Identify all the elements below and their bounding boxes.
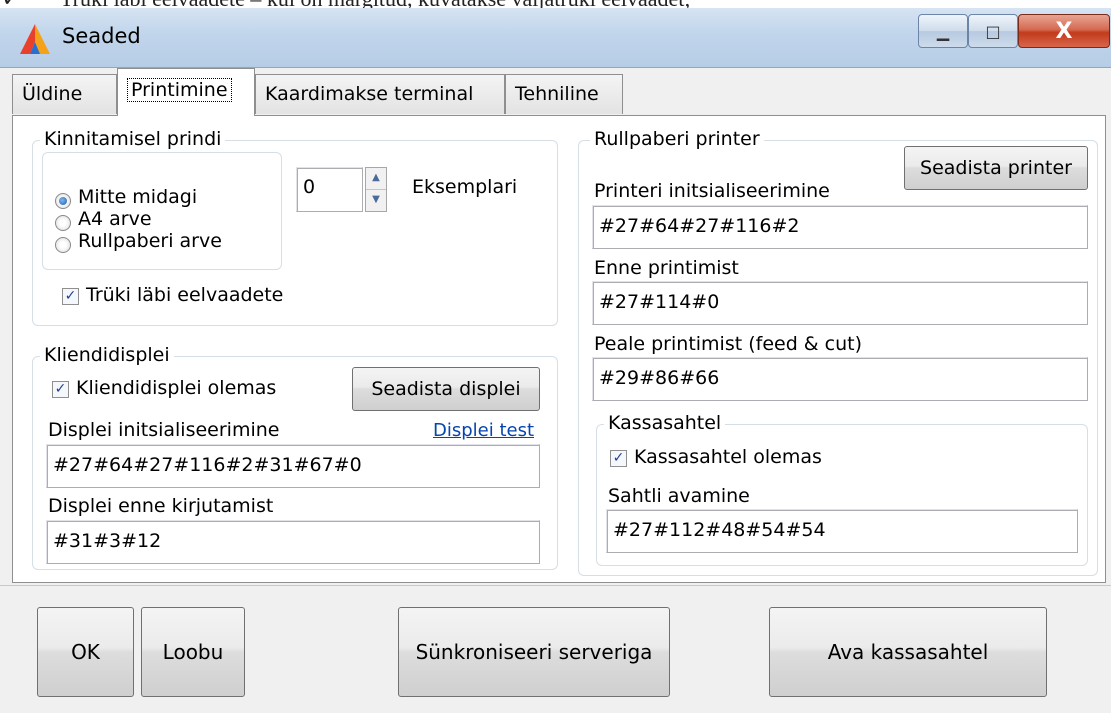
drawer-exists-checkbox[interactable]: ✓ (610, 450, 627, 467)
cash-drawer-title: Kassasahtel (604, 412, 726, 434)
radio-label: A4 arve (78, 208, 152, 230)
setup-display-button[interactable]: Seadista displei (352, 367, 540, 411)
cancel-button[interactable]: Loobu (141, 607, 245, 697)
drawer-exists-label: Kassasahtel olemas (634, 446, 822, 468)
display-before-write-label: Displei enne kirjutamist (48, 495, 274, 517)
setup-printer-button[interactable]: Seadista printer (904, 146, 1088, 190)
close-button[interactable]: X (1018, 14, 1110, 48)
minimize-button[interactable]: ▁ (918, 14, 968, 48)
tab-label: Kaardimakse terminal (265, 83, 474, 105)
preview-label: Trüki läbi eelvaadete (86, 284, 284, 306)
ok-button[interactable]: OK (37, 607, 134, 697)
tab-label: Üldine (22, 83, 83, 105)
customer-display-title: Kliendidisplei (40, 344, 174, 366)
display-init-label: Displei initsialiseerimine (48, 419, 280, 441)
display-test-link[interactable]: Displei test (433, 420, 534, 441)
display-init-field[interactable]: #27#64#27#116#2#31#67#0 (46, 444, 540, 488)
maximize-icon: □ (985, 21, 1001, 41)
close-icon: X (1055, 18, 1073, 44)
sync-server-button[interactable]: Sünkroniseeri serveriga (398, 607, 670, 697)
radio-mitte-midagi[interactable] (55, 193, 71, 209)
printer-init-field[interactable]: #27#64#27#116#2 (592, 205, 1088, 249)
tab-kaardimakse-terminal[interactable]: Kaardimakse terminal (255, 74, 505, 114)
before-print-label: Enne printimist (594, 257, 739, 279)
radio-label: Mitte midagi (78, 186, 198, 208)
app-logo-icon (20, 24, 50, 54)
drawer-open-label: Sahtli avamine (608, 485, 750, 507)
after-print-field[interactable]: #29#86#66 (592, 357, 1088, 401)
tab-label: Printimine (127, 78, 232, 102)
copies-label: Eksemplari (412, 176, 518, 198)
copies-stepper-input[interactable]: 0 (296, 167, 363, 212)
maximize-button[interactable]: □ (968, 14, 1018, 48)
window-title: Seaded (62, 24, 141, 48)
drawer-open-field[interactable]: #27#112#48#54#54 (606, 509, 1078, 553)
printer-init-label: Printeri initsialiseerimine (594, 180, 830, 202)
roll-printer-title: Rullpaberi printer (590, 128, 764, 150)
tab-tehniline[interactable]: Tehniline (505, 74, 623, 114)
tab-uldine[interactable]: Üldine (12, 74, 117, 114)
display-exists-checkbox[interactable]: ✓ (52, 381, 69, 398)
chevron-up-icon[interactable]: ▲ (366, 168, 386, 190)
tab-printimine[interactable]: Printimine (117, 68, 255, 116)
footer-divider (0, 585, 1111, 586)
radio-a4-arve[interactable] (55, 215, 71, 231)
tab-label: Tehniline (515, 83, 599, 105)
before-print-field[interactable]: #27#114#0 (592, 281, 1088, 325)
minimize-icon: ▁ (936, 21, 950, 41)
preview-checkbox[interactable]: ✓ (62, 288, 79, 305)
after-print-label: Peale printimist (feed & cut) (594, 333, 863, 355)
radio-rullpaberi-arve[interactable] (55, 237, 71, 253)
open-drawer-button[interactable]: Ava kassasahtel (769, 607, 1047, 697)
display-exists-label: Kliendidisplei olemas (76, 377, 277, 399)
copies-stepper[interactable]: ▲ ▼ (365, 167, 387, 212)
print-on-confirm-title: Kinnitamisel prindi (40, 128, 226, 150)
chevron-down-icon[interactable]: ▼ (366, 190, 386, 212)
display-before-write-field[interactable]: #31#3#12 (46, 520, 540, 564)
radio-label: Rullpaberi arve (78, 230, 222, 252)
